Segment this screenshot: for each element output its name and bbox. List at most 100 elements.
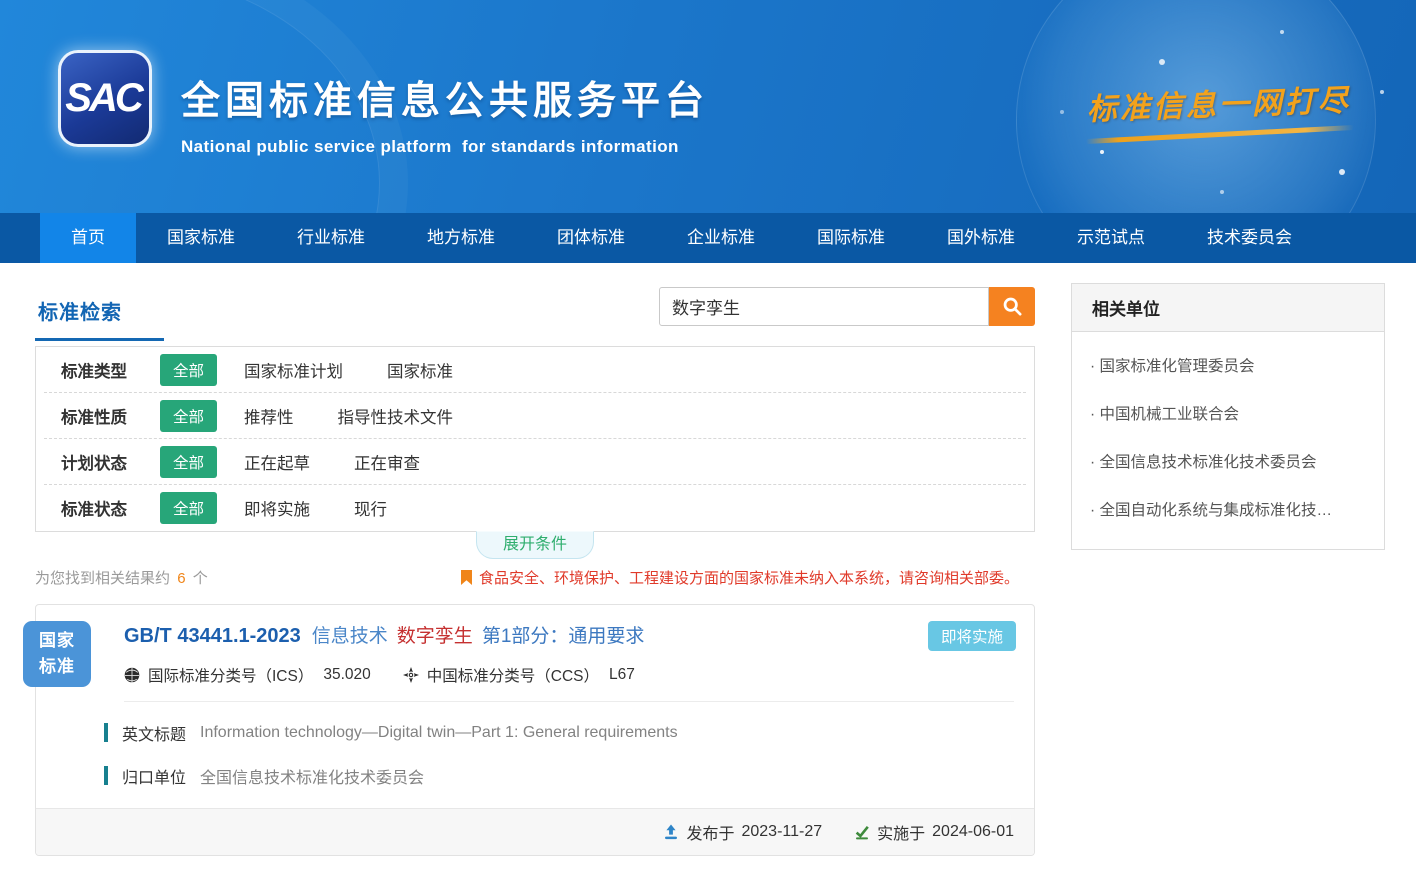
implement-date-item: 实施于 2024-06-01 — [854, 820, 1014, 844]
ics-item: 国际标准分类号（ICS） 35.020 — [124, 664, 371, 686]
ccs-item: 中国标准分类号（CCS） L67 — [403, 664, 635, 686]
sidebar-column: 相关单位 国家标准化管理委员会 中国机械工业联合会 全国信息技术标准化技术委员会… — [1071, 283, 1385, 856]
filter-row-standard-nature: 标准性质 全部 推荐性 指导性技术文件 — [44, 393, 1026, 439]
nav-item-local-standards[interactable]: 地方标准 — [396, 213, 526, 263]
nav-item-industry-standards[interactable]: 行业标准 — [266, 213, 396, 263]
results-info-row: 为您找到相关结果约 6 个 食品安全、环境保护、工程建设方面的国家标准未纳入本系… — [35, 567, 1035, 588]
section-title-underline: 标准检索 — [35, 283, 164, 341]
result-count: 为您找到相关结果约 6 个 — [35, 567, 208, 588]
filter-option[interactable]: 指导性技术文件 — [338, 404, 454, 428]
publish-label: 发布于 — [686, 820, 734, 844]
standard-code: GB/T 43441.1-2023 — [124, 625, 301, 647]
main-column: 标准检索 标准类型 全部 国家标准计划 国家标准 — [35, 283, 1035, 856]
filter-row-standard-status: 标准状态 全部 即将实施 现行 — [44, 485, 1026, 531]
filter-label: 计划状态 — [61, 450, 160, 474]
title-part1: 信息技术 — [312, 626, 388, 647]
sac-logo[interactable]: SAC — [58, 50, 152, 147]
slogan-text: 标准信息一网打尽 — [1073, 75, 1364, 129]
committee-row: 归口单位 全国信息技术标准化技术委员会 — [36, 764, 1034, 788]
teal-bar — [104, 723, 108, 742]
nav-item-national-standards[interactable]: 国家标准 — [136, 213, 266, 263]
notice-text: 食品安全、环境保护、工程建设方面的国家标准未纳入本系统，请咨询相关部委。 — [479, 567, 1019, 588]
search-section-header: 标准检索 — [35, 283, 1035, 343]
badge-line2: 标准 — [39, 654, 75, 680]
nav-item-home[interactable]: 首页 — [40, 213, 136, 263]
filter-option[interactable]: 国家标准 — [387, 358, 453, 382]
filter-option[interactable]: 国家标准计划 — [244, 358, 343, 382]
content-area: 标准检索 标准类型 全部 国家标准计划 国家标准 — [0, 263, 1416, 886]
filter-option[interactable]: 现行 — [354, 496, 387, 520]
card-divider — [124, 701, 1014, 702]
filter-option[interactable]: 正在审查 — [354, 450, 420, 474]
glow-dots-decoration — [1100, 150, 1104, 154]
filter-selected-all[interactable]: 全部 — [160, 354, 217, 386]
filter-option[interactable]: 正在起草 — [244, 450, 310, 474]
filter-selected-all[interactable]: 全部 — [160, 446, 217, 478]
card-body: GB/T 43441.1-2023 信息技术数字孪生第1部分：通用要求 国际标准分… — [36, 605, 1034, 686]
filter-option[interactable]: 即将实施 — [244, 496, 310, 520]
national-standard-badge: 国家 标准 — [23, 621, 91, 687]
related-unit-link[interactable]: 全国自动化系统与集成标准化技… — [1090, 485, 1366, 533]
implement-date: 2024-06-01 — [932, 823, 1014, 841]
related-units-list: 国家标准化管理委员会 中国机械工业联合会 全国信息技术标准化技术委员会 全国自动… — [1072, 332, 1384, 549]
expand-conditions-button[interactable]: 展开条件 — [476, 531, 594, 559]
result-count-number: 6 — [177, 570, 185, 587]
related-unit-link[interactable]: 全国信息技术标准化技术委员会 — [1090, 437, 1366, 485]
nav-item-technical-committee[interactable]: 技术委员会 — [1176, 213, 1323, 263]
english-title-value: Information technology—Digital twin—Part… — [200, 724, 678, 742]
nav-item-international-standards[interactable]: 国际标准 — [786, 213, 916, 263]
check-icon — [854, 824, 877, 840]
classification-row: 国际标准分类号（ICS） 35.020 — [124, 664, 1014, 686]
filter-row-standard-type: 标准类型 全部 国家标准计划 国家标准 — [44, 347, 1026, 393]
globe-icon — [124, 667, 148, 683]
result-count-prefix: 为您找到相关结果约 — [35, 570, 170, 587]
related-unit-link[interactable]: 中国机械工业联合会 — [1090, 389, 1366, 437]
search-icon — [1002, 296, 1023, 317]
filter-label: 标准状态 — [61, 496, 160, 520]
filter-row-plan-status: 计划状态 全部 正在起草 正在审查 — [44, 439, 1026, 485]
english-title-row: 英文标题 Information technology—Digital twin… — [36, 721, 1034, 745]
system-notice: 食品安全、环境保护、工程建设方面的国家标准未纳入本系统，请咨询相关部委。 — [461, 567, 1019, 588]
section-title: 标准检索 — [38, 302, 122, 324]
nav-item-pilot[interactable]: 示范试点 — [1046, 213, 1176, 263]
result-count-suffix: 个 — [193, 570, 208, 587]
nav-item-foreign-standards[interactable]: 国外标准 — [916, 213, 1046, 263]
nav-item-group-standards[interactable]: 团体标准 — [526, 213, 656, 263]
committee-value: 全国信息技术标准化技术委员会 — [200, 764, 424, 788]
site-title: 全国标准信息公共服务平台 — [181, 70, 709, 126]
search-button[interactable] — [989, 287, 1035, 326]
standard-result-card: 国家 标准 即将实施 GB/T 43441.1-2023 信息技术数字孪生第1部分… — [35, 604, 1035, 856]
search-input[interactable] — [659, 287, 989, 326]
ccs-value: L67 — [609, 666, 635, 684]
related-units-header: 相关单位 — [1072, 284, 1384, 332]
teal-bar — [104, 766, 108, 785]
badge-line1: 国家 — [39, 628, 75, 654]
filter-option[interactable]: 推荐性 — [244, 404, 294, 428]
slogan-block: 标准信息一网打尽 — [1073, 75, 1365, 142]
bookmark-icon — [461, 570, 472, 585]
filter-label: 标准性质 — [61, 404, 160, 428]
site-header: SAC 全国标准信息公共服务平台 National public service… — [0, 0, 1416, 213]
related-units-title: 相关单位 — [1092, 300, 1160, 319]
publish-date: 2023-11-27 — [741, 823, 822, 841]
filter-panel: 标准类型 全部 国家标准计划 国家标准 标准性质 全部 推荐性 指导性技术文件 … — [35, 346, 1035, 532]
related-unit-link[interactable]: 国家标准化管理委员会 — [1090, 341, 1366, 389]
site-subtitle: National public service platform for sta… — [181, 137, 709, 157]
filter-selected-all[interactable]: 全部 — [160, 492, 217, 524]
card-footer: 发布于 2023-11-27 实施于 2024-06-01 — [36, 808, 1034, 855]
sac-logo-text: SAC — [65, 76, 144, 121]
title-part2: 第1部分：通用要求 — [482, 626, 645, 647]
expand-conditions-wrap: 展开条件 — [35, 532, 1035, 562]
header-titles: 全国标准信息公共服务平台 National public service pla… — [181, 70, 709, 157]
ics-label: 国际标准分类号（ICS） — [148, 664, 313, 686]
standard-title-link[interactable]: GB/T 43441.1-2023 信息技术数字孪生第1部分：通用要求 — [124, 624, 1014, 649]
main-nav: 首页 国家标准 行业标准 地方标准 团体标准 企业标准 国际标准 国外标准 示范… — [0, 213, 1416, 263]
title-highlight: 数字孪生 — [397, 626, 473, 647]
ics-value: 35.020 — [323, 666, 370, 684]
implement-label: 实施于 — [877, 820, 925, 844]
status-badge: 即将实施 — [928, 621, 1016, 651]
filter-selected-all[interactable]: 全部 — [160, 400, 217, 432]
ccs-label: 中国标准分类号（CCS） — [427, 664, 599, 686]
committee-label: 归口单位 — [122, 764, 186, 788]
nav-item-enterprise-standards[interactable]: 企业标准 — [656, 213, 786, 263]
